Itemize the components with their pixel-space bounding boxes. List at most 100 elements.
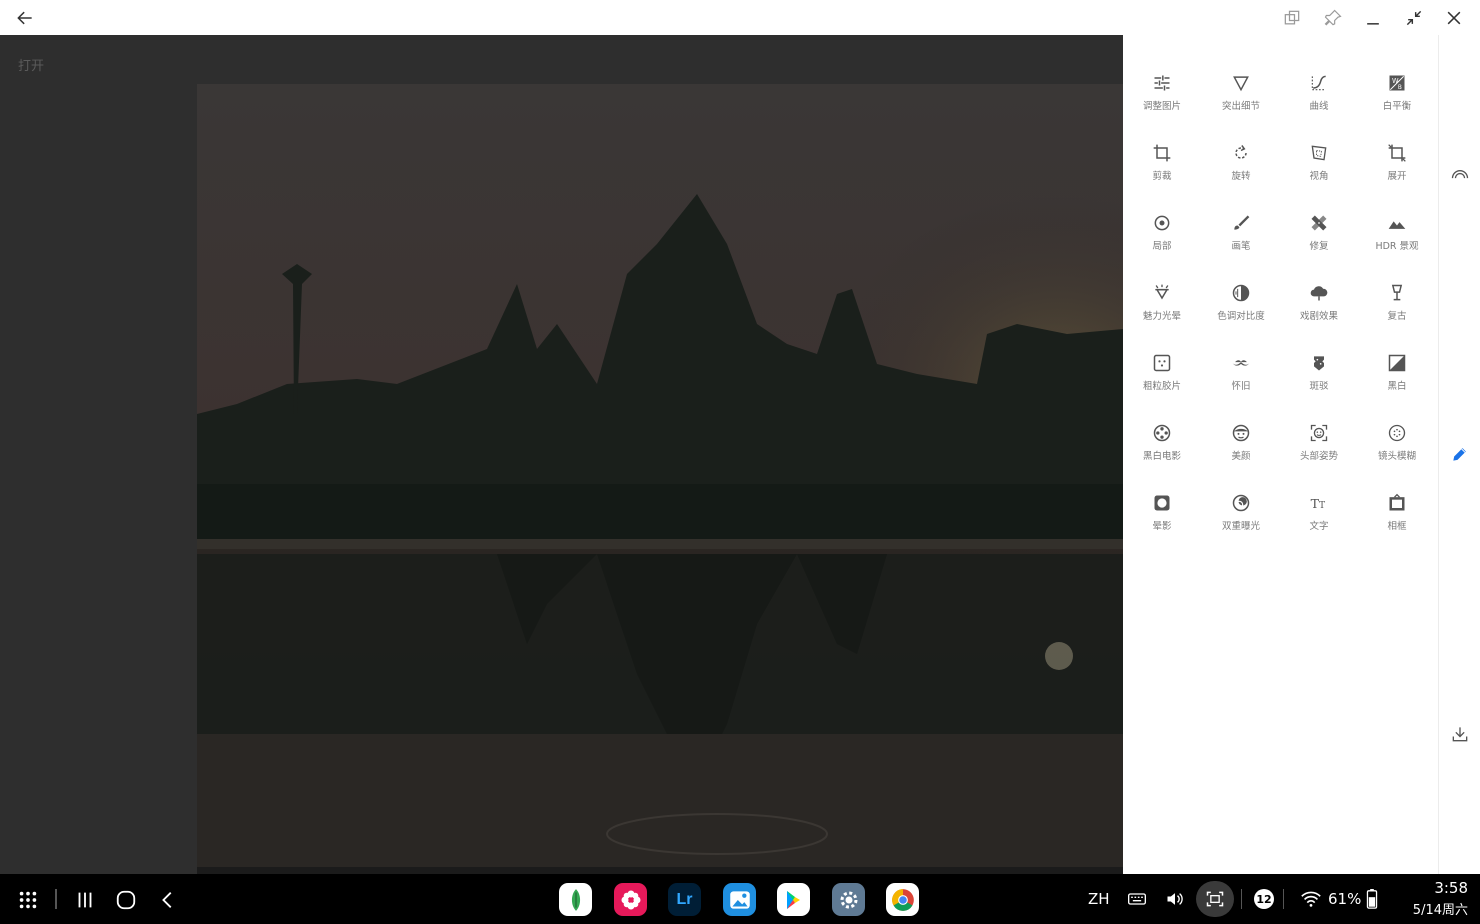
shrink-icon[interactable] (1401, 5, 1427, 31)
lightroom-app-label: Lr (676, 890, 693, 908)
svg-text:T: T (1319, 500, 1326, 511)
tool-selective[interactable]: 局部 (1123, 205, 1201, 265)
tool-label: HDR 景观 (1375, 241, 1419, 252)
curves-icon (1308, 72, 1330, 94)
face-glamour-icon (1230, 422, 1252, 444)
tool-brush[interactable]: 画笔 (1202, 205, 1280, 265)
app-drawer-icon[interactable] (15, 887, 41, 913)
grainy-film-icon (1151, 352, 1173, 374)
blossom-app-icon[interactable] (614, 883, 647, 916)
notification-count: 12 (1256, 892, 1272, 906)
minimize-icon[interactable] (1360, 5, 1386, 31)
keyboard-icon[interactable] (1126, 888, 1148, 910)
healing-icon (1308, 212, 1330, 234)
tool-label: 双重曝光 (1221, 521, 1260, 532)
open-label[interactable]: 打开 (18, 55, 44, 74)
language-indicator[interactable]: ZH (1088, 890, 1110, 908)
nav-back-icon[interactable] (155, 887, 181, 913)
crop-icon (1151, 142, 1173, 164)
tool-label: 怀旧 (1231, 381, 1251, 392)
tool-label: 斑驳 (1309, 381, 1329, 392)
brush-icon (1230, 212, 1252, 234)
noir-film-reel-icon (1151, 422, 1173, 444)
title-bar (0, 0, 1480, 35)
settings-app-icon[interactable] (832, 883, 865, 916)
multi-window-icon[interactable] (1279, 5, 1305, 31)
edit-pencil-icon[interactable] (1447, 441, 1473, 467)
perspective-icon (1308, 142, 1330, 164)
image-canvas[interactable]: 打开 (0, 35, 1123, 874)
snapseed-app-icon[interactable] (559, 883, 592, 916)
tool-noir-film-reel[interactable]: 黑白电影 (1123, 415, 1201, 475)
tool-vignette[interactable]: 晕影 (1123, 485, 1201, 545)
tool-label: 展开 (1387, 171, 1407, 182)
tool-expand[interactable]: 展开 (1358, 135, 1436, 195)
screen-capture-icon[interactable] (1196, 881, 1234, 917)
looks-rainbow-icon[interactable] (1447, 161, 1473, 187)
tool-face-glamour[interactable]: 美颜 (1202, 415, 1280, 475)
pin-icon[interactable] (1320, 5, 1346, 31)
tool-label: 修复 (1309, 241, 1329, 252)
tool-double-exposure[interactable]: 双重曝光 (1202, 485, 1280, 545)
tool-triangle-details[interactable]: 突出细节 (1202, 65, 1280, 125)
battery-percent: 61% (1328, 890, 1362, 908)
selective-icon (1151, 212, 1173, 234)
tool-text-tt[interactable]: T T 文字 (1280, 485, 1358, 545)
tool-label: 白平衡 (1382, 101, 1412, 112)
tool-head-pose[interactable]: 头部姿势 (1280, 415, 1358, 475)
clock[interactable]: 3:58 5/14周六 (1413, 879, 1468, 918)
white-balance-icon: WB (1386, 72, 1408, 94)
photo-preview[interactable] (197, 84, 1123, 867)
tool-tonal-contrast[interactable]: 色调对比度 (1202, 275, 1280, 335)
tool-label: 曲线 (1309, 101, 1329, 112)
tune-sliders-icon (1151, 72, 1173, 94)
notification-badge[interactable]: 12 (1254, 889, 1274, 909)
tool-hdr-mountain[interactable]: HDR 景观 (1358, 205, 1436, 265)
tool-glamour-glow[interactable]: 魅力光晕 (1123, 275, 1201, 335)
tool-label: 色调对比度 (1217, 311, 1265, 322)
tool-curves[interactable]: 曲线 (1280, 65, 1358, 125)
tool-label: 画笔 (1231, 241, 1251, 252)
tool-white-balance[interactable]: W B 白平衡 (1358, 65, 1436, 125)
tool-healing[interactable]: 修复 (1280, 205, 1358, 265)
tool-label: 粗粒胶片 (1142, 381, 1181, 392)
tool-black-white[interactable]: 黑白 (1358, 345, 1436, 405)
back-arrow-icon[interactable] (12, 5, 38, 31)
close-icon[interactable] (1441, 5, 1467, 31)
tool-crop[interactable]: 剪裁 (1123, 135, 1201, 195)
tool-grainy-film[interactable]: 粗粒胶片 (1123, 345, 1201, 405)
volume-icon[interactable] (1164, 888, 1186, 910)
tool-grunge[interactable]: 斑驳 (1280, 345, 1358, 405)
tool-label: 局部 (1152, 241, 1172, 252)
tool-label: 视角 (1309, 171, 1329, 182)
clock-date: 5/14周六 (1412, 903, 1468, 918)
tool-label: 复古 (1387, 311, 1407, 322)
head-pose-icon (1308, 422, 1330, 444)
vignette-icon (1151, 492, 1173, 514)
tool-label: 黑白 (1387, 381, 1407, 392)
expand-icon (1386, 142, 1408, 164)
gallery-app-icon[interactable] (723, 883, 756, 916)
frames-icon (1386, 492, 1408, 514)
tool-rotate[interactable]: 旋转 (1202, 135, 1280, 195)
tool-vintage-lamp[interactable]: 复古 (1358, 275, 1436, 335)
home-icon[interactable] (113, 887, 139, 913)
tool-retrolux-mustache[interactable]: 怀旧 (1202, 345, 1280, 405)
tool-label: 黑白电影 (1142, 451, 1181, 462)
recents-icon[interactable] (72, 887, 98, 913)
tool-lens-blur[interactable]: 镜头模糊 (1358, 415, 1436, 475)
lightroom-app-icon[interactable]: Lr (668, 883, 701, 916)
export-download-icon[interactable] (1447, 721, 1473, 747)
lens-blur-icon (1386, 422, 1408, 444)
tool-label: 旋转 (1231, 171, 1251, 182)
tool-label: 美颜 (1231, 451, 1251, 462)
tool-frames[interactable]: 相框 (1358, 485, 1436, 545)
chrome-app-icon[interactable] (886, 883, 919, 916)
svg-text:B: B (1398, 85, 1402, 91)
wifi-icon[interactable] (1299, 888, 1323, 910)
tool-label: 突出细节 (1221, 101, 1260, 112)
tool-perspective[interactable]: 视角 (1280, 135, 1358, 195)
play-store-app-icon[interactable] (777, 883, 810, 916)
tool-drama-cloud[interactable]: 戏剧效果 (1280, 275, 1358, 335)
tool-tune-sliders[interactable]: 调整图片 (1123, 65, 1201, 125)
